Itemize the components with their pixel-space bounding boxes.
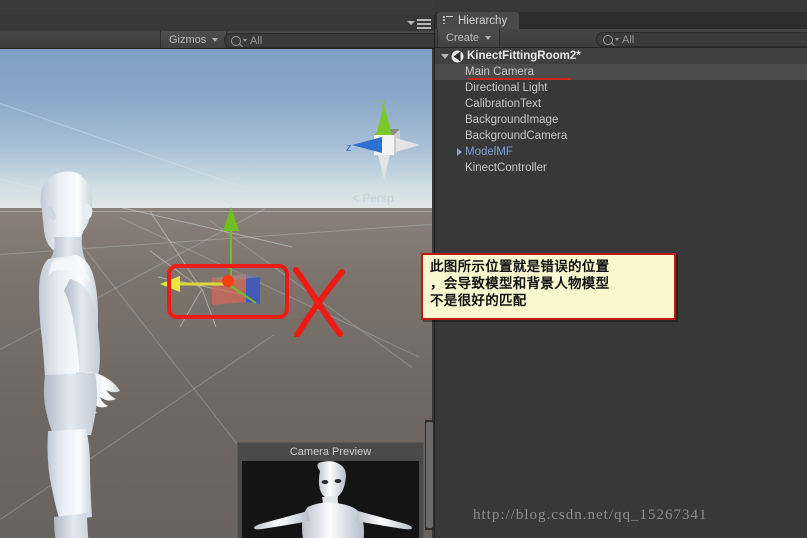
annotation-line-2: ，会导致模型和背景人物模型 [430, 276, 610, 292]
hierarchy-item[interactable]: Directional Light [435, 80, 807, 96]
hierarchy-item-label: KinectFittingRoom2* [467, 50, 581, 62]
watermark-url: http://blog.csdn.net/qq_15267341 [473, 507, 708, 523]
axis-y-label: y [380, 101, 386, 110]
disclosure-triangle-open-icon[interactable] [439, 53, 451, 59]
scrollbar-thumb[interactable] [426, 422, 433, 528]
scene-search-input[interactable]: All [224, 33, 441, 48]
hierarchy-item-label: CalibrationText [465, 98, 542, 110]
scene-viewport[interactable]: y z < Persp Camera Preview [0, 49, 432, 538]
annotation-callout: 此图所示位置就是错误的位置 ，会导致模型和背景人物模型 不是很好的匹配 [421, 253, 676, 320]
hierarchy-list-icon [443, 16, 453, 25]
hierarchy-toolbar: Create All [435, 29, 807, 48]
unity-editor-window: Gizmos All y z < Persp Camera Preview Hi… [0, 0, 807, 538]
hierarchy-item[interactable]: KinectFittingRoom2* [435, 48, 807, 64]
annotation-line-3: 不是很好的匹配 [430, 293, 527, 309]
scene-search-placeholder: All [250, 34, 263, 47]
scene-view-toolbar: Gizmos All [0, 31, 441, 49]
hierarchy-item-label: Main Camera [465, 66, 535, 78]
scene-view-axis-gizmo[interactable]: y z [340, 98, 430, 201]
chevron-down-icon [243, 39, 247, 42]
hierarchy-item[interactable]: CalibrationText [435, 96, 807, 112]
chevron-down-icon [485, 36, 492, 40]
hierarchy-tab-strip: Hierarchy [435, 12, 807, 29]
disclosure-triangle-closed-icon[interactable] [453, 148, 465, 156]
hierarchy-item[interactable]: BackgroundImage [435, 112, 807, 128]
hierarchy-item[interactable]: ModelMF [435, 144, 807, 160]
create-dropdown[interactable]: Create [437, 29, 501, 47]
camera-preview-panel: Camera Preview [237, 442, 424, 538]
character-model [8, 159, 138, 538]
hierarchy-search-placeholder: All [622, 33, 635, 46]
hierarchy-search-input[interactable]: All [596, 32, 807, 47]
gizmos-dropdown[interactable]: Gizmos [160, 31, 228, 48]
hierarchy-item-label: BackgroundCamera [465, 130, 568, 142]
hierarchy-item-label: BackgroundImage [465, 114, 559, 126]
camera-preview-render [242, 461, 419, 538]
hierarchy-item[interactable]: KinectController [435, 160, 807, 176]
search-icon [231, 35, 241, 46]
hierarchy-item[interactable]: BackgroundCamera [435, 128, 807, 144]
scene-options-menu-icon[interactable] [407, 17, 431, 29]
scene-vertical-scrollbar[interactable] [425, 420, 434, 530]
projection-mode-label[interactable]: < Persp [352, 191, 393, 205]
search-icon [603, 34, 613, 45]
hierarchy-tree[interactable]: KinectFittingRoom2* Main Camera Directiona… [435, 48, 807, 188]
annotation-line-1: 此图所示位置就是错误的位置 [430, 259, 610, 275]
axis-z-label: z [346, 142, 352, 154]
camera-preview-title: Camera Preview [289, 446, 372, 458]
unity-scene-icon [451, 50, 464, 63]
annotation-highlight-box [167, 264, 289, 319]
create-label: Create [446, 32, 480, 44]
camera-transform-gizmo[interactable] [125, 180, 345, 337]
tab-hierarchy[interactable]: Hierarchy [437, 12, 520, 29]
chevron-down-icon [615, 38, 619, 41]
tab-hierarchy-label: Hierarchy [458, 14, 508, 27]
scene-panel: Gizmos All y z < Persp Camera Preview [0, 15, 441, 538]
chevron-down-icon [212, 37, 219, 42]
hierarchy-item-label: Directional Light [465, 82, 548, 94]
hierarchy-item-label: ModelMF [465, 146, 513, 158]
gizmos-label: Gizmos [169, 33, 207, 46]
hierarchy-item-label: KinectController [465, 162, 547, 174]
hierarchy-item[interactable]: Main Camera [435, 64, 807, 80]
annotation-x-mark [293, 267, 345, 337]
